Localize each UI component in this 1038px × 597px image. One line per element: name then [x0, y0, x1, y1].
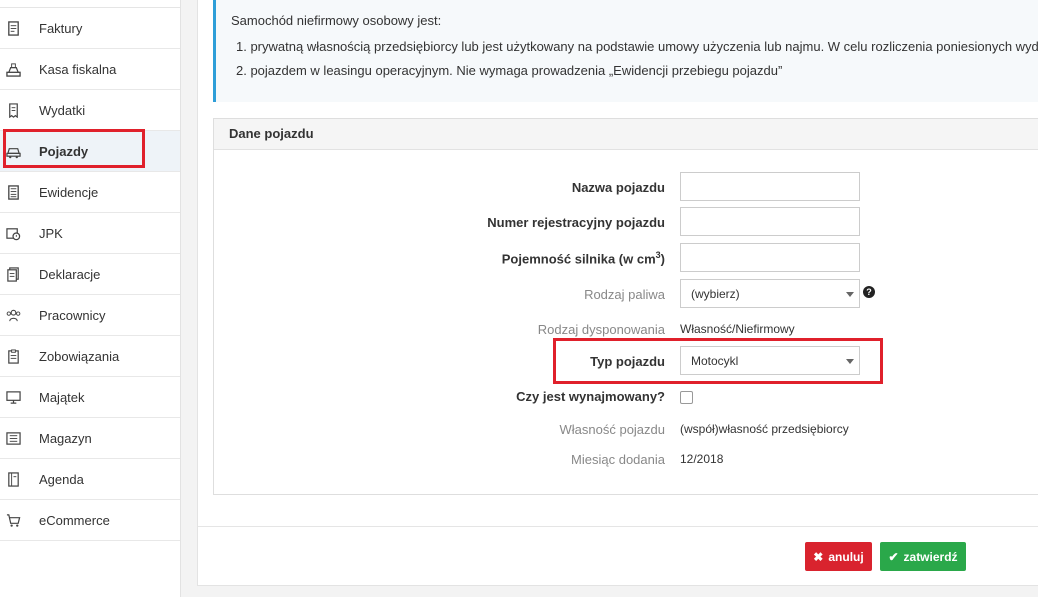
info-item-2: 2. pojazdem w leasingu operacyjnym. Nie … [236, 63, 783, 78]
vehicle-type-value: Motocykl [691, 354, 739, 368]
sidebar-item-jpk[interactable]: JPK [0, 213, 180, 254]
sidebar-item-ewidencje[interactable]: Ewidencje [0, 172, 180, 213]
sidebar-item-label: Pracownicy [39, 308, 106, 323]
info-item-1: 1. prywatną własnością przedsiębiorcy lu… [236, 39, 1038, 54]
sidebar-item-faktury[interactable]: Faktury [0, 8, 180, 49]
sidebar-item-kasa-fiskalna[interactable]: Kasa fiskalna [0, 49, 180, 90]
sidebar-item-label: Zobowiązania [39, 349, 120, 364]
sidebar-item-label: Agenda [39, 472, 84, 487]
help-icon[interactable]: ? [863, 286, 875, 298]
ownership-value: (współ)własność przedsiębiorcy [680, 422, 849, 436]
sidebar-item-label: Magazyn [39, 431, 92, 446]
sidebar-item-label: Wydatki [39, 103, 86, 118]
sidebar-item-label: JPK [39, 226, 63, 241]
ownership-label: Własność pojazdu [559, 422, 666, 437]
sidebar-item-ecommerce[interactable]: eCommerce [0, 500, 180, 541]
sidebar-item-label: Deklaracje [39, 267, 101, 282]
vehicle-type-label: Typ pojazdu [590, 354, 665, 369]
sidebar-item-label: Kasa fiskalna [39, 62, 117, 77]
panel-title: Dane pojazdu [214, 119, 1038, 150]
sidebar-item-label: Pojazdy [39, 144, 89, 159]
agenda-icon [5, 471, 21, 487]
chevron-down-icon [846, 292, 854, 297]
cart-icon [5, 512, 21, 528]
confirm-button-label: zatwierdź [903, 549, 958, 564]
cash-register-icon [5, 61, 21, 77]
sidebar-item-wydatki[interactable]: Wydatki [0, 90, 180, 131]
chevron-down-icon [846, 359, 854, 364]
sidebar-item-label: Majątek [39, 390, 85, 405]
receipt-icon [5, 102, 21, 118]
engine-capacity-input[interactable] [680, 243, 860, 272]
rented-checkbox[interactable] [680, 391, 693, 404]
ledger-icon [5, 184, 21, 200]
registration-label: Numer rejestracyjny pojazdu [487, 215, 665, 230]
jpk-icon [5, 225, 21, 241]
engine-capacity-label-text: Pojemność silnika (w cm [501, 251, 656, 267]
month-added-label: Miesiąc dodania [571, 452, 665, 467]
employees-icon [5, 307, 21, 323]
vehicle-name-label: Nazwa pojazdu [571, 180, 665, 195]
warehouse-icon [5, 430, 21, 446]
sidebar: Faktury Kasa fiskalna Wydatki Pojazdy Ew… [0, 0, 181, 597]
sidebar-top-item [0, 0, 180, 8]
confirm-button[interactable]: ✔ zatwierdź [880, 542, 966, 571]
sidebar-item-label: Faktury [39, 21, 83, 36]
info-intro: Samochód niefirmowy osobowy jest: [231, 13, 442, 28]
cancel-button-label: anuluj [828, 549, 864, 564]
check-icon: ✔ [888, 549, 899, 564]
vehicle-type-select[interactable]: Motocykl [680, 346, 860, 375]
vehicle-data-panel: Dane pojazdu Nazwa pojazdu Numer rejestr… [213, 118, 1038, 495]
disposal-type-value: Własność/Niefirmowy [680, 322, 795, 336]
info-box: Samochód niefirmowy osobowy jest: 1. pry… [213, 0, 1038, 102]
fuel-type-label: Rodzaj paliwa [584, 287, 665, 302]
engine-capacity-label-end: ) [660, 251, 665, 267]
sidebar-item-magazyn[interactable]: Magazyn [0, 418, 180, 459]
rented-label: Czy jest wynajmowany? [516, 389, 665, 404]
sidebar-item-pracownicy[interactable]: Pracownicy [0, 295, 180, 336]
fuel-type-value: (wybierz) [691, 287, 740, 301]
cancel-button[interactable]: ✖ anuluj [805, 542, 872, 571]
sidebar-item-deklaracje[interactable]: Deklaracje [0, 254, 180, 295]
close-icon: ✖ [813, 549, 824, 564]
car-icon [5, 143, 21, 159]
monitor-icon [5, 389, 21, 405]
obligations-icon [5, 348, 21, 364]
month-added-value: 12/2018 [680, 452, 724, 466]
main-panel: Samochód niefirmowy osobowy jest: 1. pry… [197, 0, 1038, 586]
registration-input[interactable] [680, 207, 860, 236]
sidebar-item-label: Ewidencje [39, 185, 99, 200]
vehicle-name-input[interactable] [680, 172, 860, 201]
disposal-type-label: Rodzaj dysponowania [537, 322, 665, 337]
declaration-icon [5, 266, 21, 282]
sidebar-item-zobowiazania[interactable]: Zobowiązania [0, 336, 180, 377]
sidebar-item-majatek[interactable]: Majątek [0, 377, 180, 418]
sidebar-item-agenda[interactable]: Agenda [0, 459, 180, 500]
fuel-type-select[interactable]: (wybierz) [680, 279, 860, 308]
footer-divider [198, 526, 1038, 527]
sidebar-item-label: eCommerce [39, 513, 110, 528]
invoice-icon [5, 20, 21, 36]
engine-capacity-label: Pojemność silnika (w cm3) [365, 250, 665, 266]
sidebar-item-pojazdy[interactable]: Pojazdy [0, 131, 180, 172]
